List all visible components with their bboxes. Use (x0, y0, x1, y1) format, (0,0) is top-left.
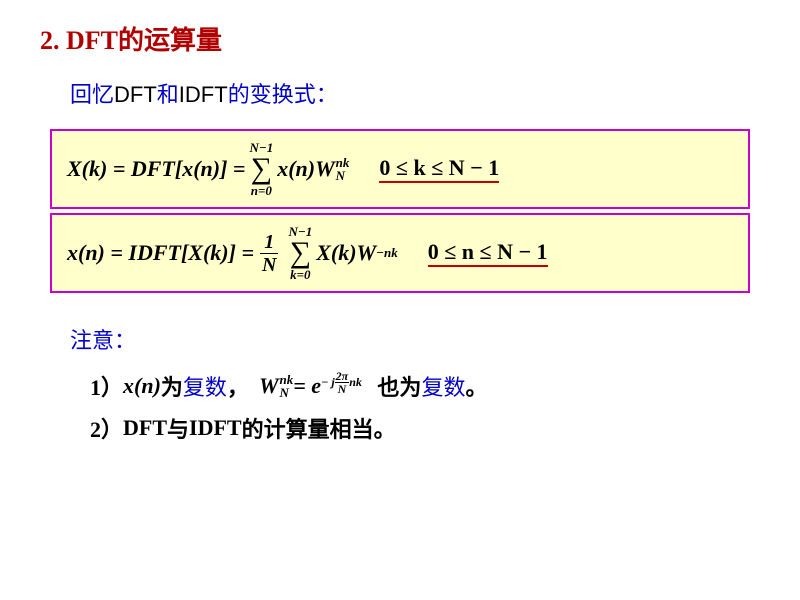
dft-formula-box: X(k) = DFT[x(n)] = N−1 ∑ n=0 x(n)W nk N … (50, 129, 750, 209)
note1-xn: x(n) (123, 373, 161, 399)
slide-content: 2. DFT的运算量 回忆DFT和IDFT的变换式： X(k) = DFT[x(… (0, 0, 800, 474)
note1-period: 。 (465, 370, 487, 402)
note-1: 1） x(n) 为 复数 ， W nk N = e − j 2π N nk (90, 370, 760, 402)
note2-number: 2） (90, 412, 123, 444)
note1-also-fushu: 复数 (421, 370, 465, 402)
W-symbol: W (259, 373, 279, 399)
W-sub: N (280, 386, 294, 399)
W-supsub: nk N (336, 156, 350, 182)
W-supsub: nk N (280, 373, 294, 399)
sum-lower: k=0 (290, 268, 310, 281)
note1-fushu: 复数 (183, 370, 227, 402)
notes-header: 注意： (70, 323, 760, 355)
idft-term: X(k)W (316, 240, 376, 266)
note1-comma: ， (227, 370, 249, 402)
fraction-1-over-N: 1 N (258, 231, 280, 276)
dft-term: x(n)W (277, 156, 334, 182)
intro-idft: IDFT (179, 82, 228, 107)
dft-lhs: X(k) = DFT[x(n)] = (67, 156, 245, 182)
equals-e: = e (293, 373, 321, 399)
dft-formula: X(k) = DFT[x(n)] = N−1 ∑ n=0 x(n)W nk N … (67, 141, 499, 197)
exp-frac-den: N (337, 383, 348, 395)
frac-num: 1 (260, 231, 278, 254)
intro-prefix: 回忆 (70, 82, 114, 107)
W-sup: −nk (376, 245, 398, 261)
exp-fraction: 2π N (335, 370, 350, 395)
intro-suffix: 的变换式： (228, 82, 338, 107)
idft-condition: 0 ≤ n ≤ N − 1 (428, 239, 548, 267)
exponent: − j 2π N nk (321, 370, 362, 395)
idft-lhs: x(n) = IDFT[X(k)] = (67, 240, 254, 266)
twiddle-factor-formula: W nk N = e − j 2π N nk (259, 373, 362, 399)
intro-dft: DFT (114, 82, 157, 107)
note1-also-prefix: 也为 (372, 370, 422, 402)
frac-den: N (258, 254, 280, 276)
section-title: 2. DFT的运算量 (40, 20, 760, 57)
idft-formula: x(n) = IDFT[X(k)] = 1 N N−1 ∑ k=0 X(k)W … (67, 225, 548, 281)
sum-lower: n=0 (251, 184, 272, 197)
exp-suffix: nk (349, 376, 362, 388)
W-sub: N (336, 169, 350, 182)
dft-condition: 0 ≤ k ≤ N − 1 (379, 155, 499, 183)
note2-dft: DFT (123, 415, 167, 441)
sigma-icon: ∑ (290, 238, 311, 268)
idft-formula-box: x(n) = IDFT[X(k)] = 1 N N−1 ∑ k=0 X(k)W … (50, 213, 750, 293)
exp-frac-num: 2π (335, 370, 350, 383)
note-2: 2） DFT 与 IDFT 的计算量相当。 (90, 412, 760, 444)
exp-prefix: − j (321, 376, 335, 388)
note2-idft: IDFT (189, 415, 242, 441)
intro-line: 回忆DFT和IDFT的变换式： (70, 77, 760, 109)
sum-symbol: N−1 ∑ k=0 (288, 225, 312, 281)
sigma-icon: ∑ (251, 154, 272, 184)
note1-number: 1） (90, 370, 123, 402)
intro-mid: 和 (157, 82, 179, 107)
sum-symbol: N−1 ∑ n=0 (249, 141, 273, 197)
note2-yu: 与 (167, 412, 189, 444)
note2-text: 的计算量相当。 (242, 412, 396, 444)
note1-wei: 为 (161, 370, 183, 402)
